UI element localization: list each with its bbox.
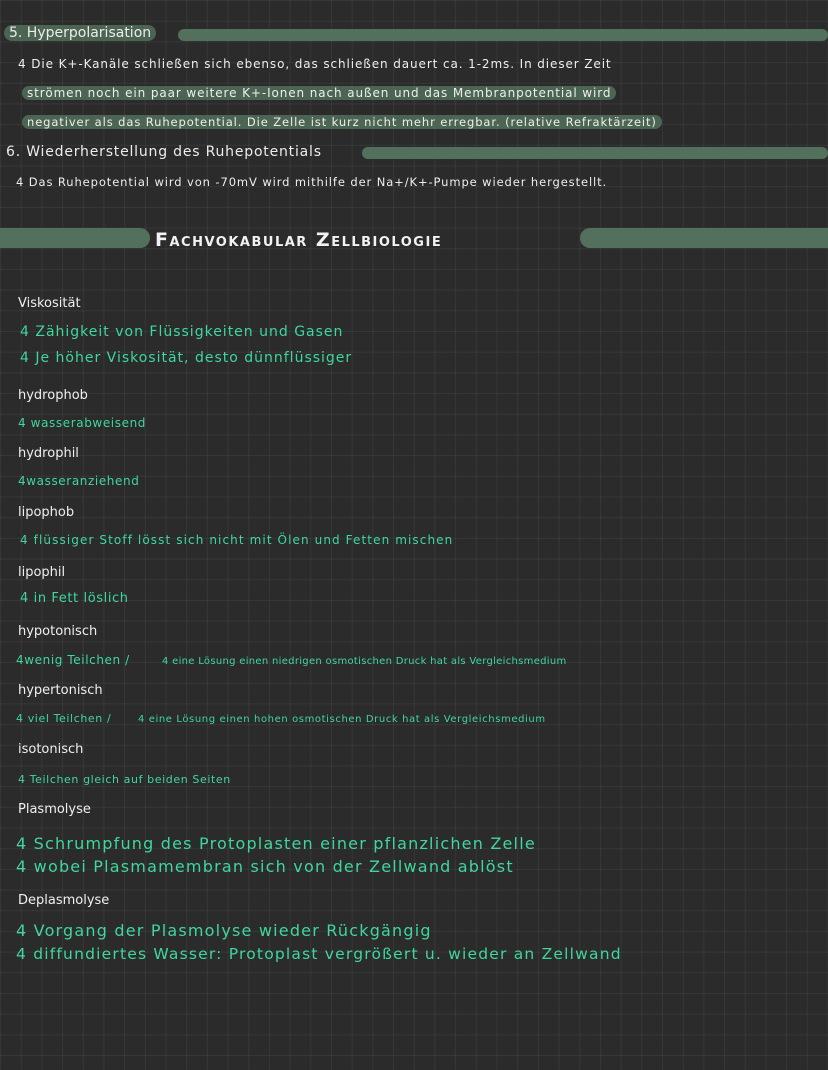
def-hydrophob: 4 wasserabweisend [18, 416, 146, 430]
vocab-heading: Fachvokabular Zellbiologie [155, 229, 443, 251]
def-hypertonisch-2: 4 eine Lösung einen hohen osmotischen Dr… [138, 714, 546, 725]
vocab-bar-right [580, 228, 828, 248]
section5-line-1: 4 Die K+-Kanäle schließen sich ebenso, d… [18, 57, 612, 71]
heading-bar-right-2 [362, 147, 828, 159]
term-viskositaet: Viskosität [18, 296, 81, 311]
term-hypotonisch: hypotonisch [18, 624, 98, 639]
def-plasmolyse-2: 4 wobei Plasmamembran sich von der Zellw… [16, 857, 514, 876]
def-deplasmolyse-2: 4 diffundiertes Wasser: Protoplast vergr… [16, 945, 622, 963]
def-deplasmolyse-1: 4 Vorgang der Plasmolyse wieder Rückgäng… [16, 921, 432, 940]
term-lipophob: lipophob [18, 505, 75, 520]
section5-line-3: negativer als das Ruhepotential. Die Zel… [22, 115, 662, 129]
def-hypotonisch-2: 4 eine Lösung einen niedrigen osmotische… [162, 656, 567, 667]
vocab-bar-left [0, 228, 150, 248]
section6-heading: 6. Wiederherstellung des Ruhepotentials [6, 144, 322, 160]
heading-bar-right [178, 29, 828, 41]
section5-line-2: strömen noch ein paar weitere K+-Ionen n… [22, 86, 617, 100]
def-hydrophil: 4wasseranziehend [18, 474, 140, 488]
def-hypotonisch-1: 4wenig Teilchen / [16, 653, 130, 667]
def-viskositaet-2: 4 Je höher Viskosität, desto dünnflüssig… [20, 350, 353, 366]
def-viskositaet-1: 4 Zähigkeit von Flüssigkeiten und Gasen [20, 324, 344, 340]
term-deplasmolyse: Deplasmolyse [18, 893, 110, 908]
def-lipophil: 4 in Fett löslich [20, 591, 129, 606]
term-hydrophob: hydrophob [18, 388, 88, 403]
section5-heading-text: 5. Hyperpolarisation [9, 25, 152, 41]
term-hydrophil: hydrophil [18, 446, 79, 461]
def-isotonisch: 4 Teilchen gleich auf beiden Seiten [18, 773, 231, 786]
section6-line: 4 Das Ruhepotential wird von -70mV wird … [16, 175, 608, 189]
def-lipophob: 4 flüssiger Stoff lösst sich nicht mit Ö… [20, 533, 454, 547]
def-hypertonisch-1: 4 viel Teilchen / [16, 712, 112, 725]
term-isotonisch: isotonisch [18, 742, 84, 757]
term-hypertonisch: hypertonisch [18, 683, 103, 698]
def-plasmolyse-1: 4 Schrumpfung des Protoplasten einer pfl… [16, 834, 536, 853]
term-plasmolyse: Plasmolyse [18, 802, 91, 817]
section5-heading: 5. Hyperpolarisation [4, 25, 157, 41]
term-lipophil: lipophil [18, 565, 66, 580]
